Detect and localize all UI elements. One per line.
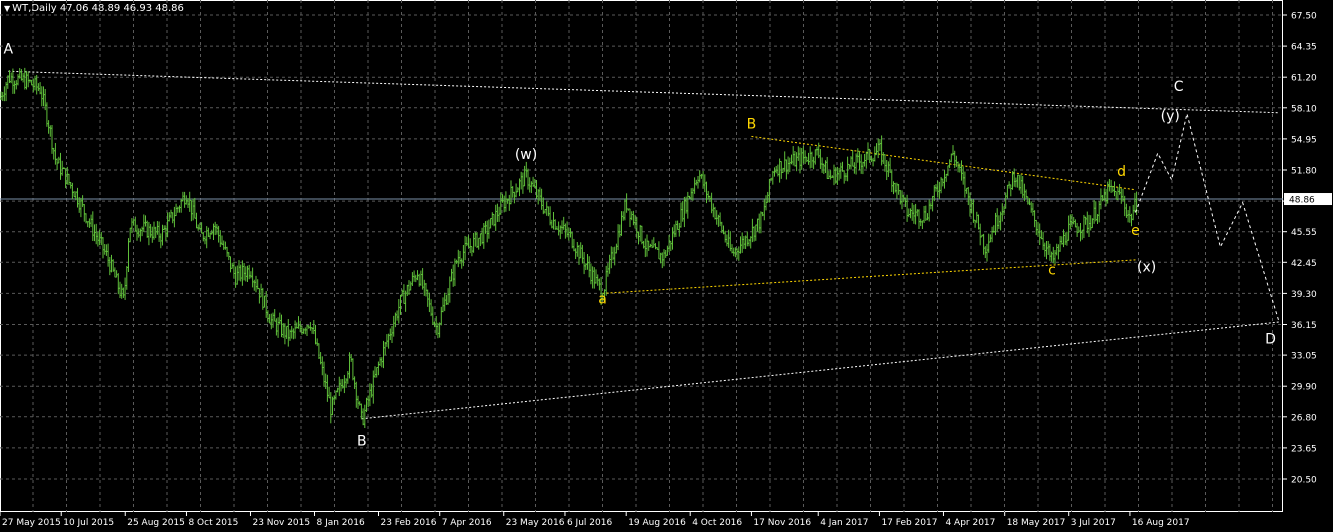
x-tick-label: 17 Feb 2017 xyxy=(881,518,937,528)
wave-label: (w) xyxy=(515,147,537,163)
x-tick-label: 6 Jul 2016 xyxy=(567,518,612,528)
x-tick-label: 7 Apr 2016 xyxy=(442,518,492,528)
x-tick-label: 16 Aug 2017 xyxy=(1132,518,1190,528)
x-tick-label: 23 Nov 2015 xyxy=(252,518,310,528)
wave-label: e xyxy=(1131,223,1140,239)
y-tick-label: 20.50 xyxy=(1291,476,1317,486)
wave-label: B xyxy=(357,433,367,449)
x-tick-label: 8 Jan 2016 xyxy=(316,518,364,528)
wave-label: (y) xyxy=(1161,109,1180,125)
x-tick-label: 25 Aug 2015 xyxy=(127,518,185,528)
y-tick-label: 23.65 xyxy=(1291,444,1317,454)
wave-label: B xyxy=(747,117,757,133)
wave-label: C xyxy=(1174,79,1184,95)
x-tick-label: 18 May 2017 xyxy=(1007,518,1066,528)
x-tick-label: 8 Oct 2015 xyxy=(188,518,238,528)
price-chart[interactable]: A B (w) a Bc d e (x) (y) C D 67.50 64.35 61.20 58.10 5… xyxy=(0,0,1333,532)
y-tick-label: 39.30 xyxy=(1291,290,1317,300)
y-tick-label: 51.80 xyxy=(1291,166,1317,176)
x-tick-label: 19 Aug 2016 xyxy=(628,518,686,528)
price-axis: 67.5064.3561.2058.1054.9551.8048.6545.55… xyxy=(1283,12,1332,486)
y-tick-label: 29.90 xyxy=(1291,383,1317,393)
wave-label: D xyxy=(1265,332,1276,348)
y-tick-label: 26.80 xyxy=(1291,413,1317,423)
wave-label: d xyxy=(1117,164,1126,180)
trendline xyxy=(751,135,1136,191)
y-tick-label: 61.20 xyxy=(1291,74,1317,84)
x-tick-label: 4 Jan 2017 xyxy=(820,518,868,528)
y-tick-label: 67.50 xyxy=(1291,12,1317,22)
y-tick-label: 54.95 xyxy=(1291,135,1317,145)
x-tick-label: 17 Nov 2016 xyxy=(753,518,811,528)
x-tick-label: 4 Oct 2016 xyxy=(692,518,742,528)
y-tick-label: 45.55 xyxy=(1291,228,1317,238)
wave-label: c xyxy=(1048,263,1056,279)
y-tick-label: 58.10 xyxy=(1291,104,1317,114)
trendline xyxy=(361,321,1279,420)
x-tick-label: 23 May 2016 xyxy=(506,518,565,528)
current-price-label: 48.86 xyxy=(1289,196,1315,206)
x-tick-label: 23 Feb 2016 xyxy=(380,518,436,528)
wave-label: a xyxy=(598,291,607,307)
x-tick-label: 27 May 2015 xyxy=(2,518,61,528)
projection-line xyxy=(1135,113,1280,322)
x-tick-label: 10 Jul 2015 xyxy=(63,518,114,528)
projection-path xyxy=(1135,113,1280,322)
y-tick-label: 64.35 xyxy=(1291,43,1317,53)
wave-labels: A B (w) a Bc d e (x) (y) C D xyxy=(4,42,1276,450)
time-axis: 27 May 2015 10 Jul 2015 25 Aug 2015 8 Oct 2… xyxy=(0,512,1190,528)
y-tick-label: 36.15 xyxy=(1291,321,1317,331)
wave-label: (x) xyxy=(1137,260,1156,276)
wave-label: A xyxy=(4,42,14,58)
x-tick-label: 3 Jul 2017 xyxy=(1071,518,1116,528)
x-tick-label: 4 Apr 2017 xyxy=(945,518,995,528)
y-tick-label: 42.45 xyxy=(1291,259,1317,269)
y-tick-label: 33.05 xyxy=(1291,352,1317,362)
